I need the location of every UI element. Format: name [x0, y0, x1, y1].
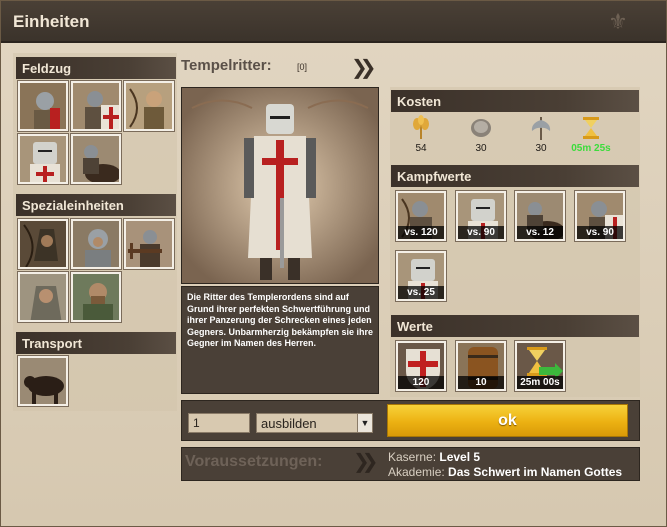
section-header-feldzug: Feldzug	[16, 57, 176, 79]
action-select-value: ausbilden	[261, 416, 317, 431]
unit-portrait-box	[181, 87, 379, 284]
wheat-icon	[413, 115, 429, 139]
unit-thumb-spearman[interactable]	[18, 81, 68, 131]
kampf-vs-knight: vs. 90	[575, 191, 625, 241]
unit-count: [0]	[297, 62, 308, 72]
section-header-kampfwerte: Kampfwerte	[391, 165, 639, 187]
unit-thumb-monk[interactable]	[18, 272, 68, 322]
werte-value: 120	[398, 376, 444, 389]
unit-thumb-cavalry[interactable]	[71, 134, 121, 184]
vs-value: vs. 90	[577, 226, 623, 239]
unit-thumb-nobleman[interactable]	[71, 272, 121, 322]
requirements-chevron-icon: ❯❯	[353, 451, 378, 473]
chevron-down-icon[interactable]: ▼	[357, 414, 372, 432]
units-window: Einheiten ⚜ Feldzug Spezialeinheiten Tra…	[0, 0, 667, 527]
kampf-vs-swordsman: vs. 120	[396, 191, 446, 241]
ok-button[interactable]: ok	[387, 404, 628, 437]
section-header-werte: Werte	[391, 315, 639, 337]
vs-value: vs. 12	[517, 226, 563, 239]
cost-value: 54	[415, 143, 427, 154]
section-label: Transport	[22, 336, 82, 351]
vs-value: vs. 120	[398, 226, 444, 239]
vs-value: vs. 25	[398, 286, 444, 299]
templar-portrait	[182, 88, 378, 283]
kampf-vs-templar: vs. 90	[456, 191, 506, 241]
quantity-input[interactable]	[188, 413, 250, 433]
unit-name: Tempelritter:	[181, 57, 272, 74]
requirement-key: Kaserne:	[388, 450, 437, 464]
section-label: Kosten	[397, 94, 442, 109]
axe-icon	[531, 117, 551, 140]
cost-value: 30	[475, 143, 487, 154]
section-label: Feldzug	[22, 61, 72, 76]
unit-description: Die Ritter des Templerordens sind auf Gr…	[187, 292, 374, 348]
unit-description-box: Die Ritter des Templerordens sind auf Gr…	[181, 286, 379, 394]
unit-thumb-crossbowman[interactable]	[124, 219, 174, 269]
unit-thumb-archer[interactable]	[124, 81, 174, 131]
section-label: Werte	[397, 319, 433, 334]
requirement-value: Level 5	[439, 450, 481, 464]
section-header-transport: Transport	[16, 332, 176, 354]
section-label: Spezialeinheiten	[22, 198, 124, 213]
werte-value: 25m 00s	[517, 376, 563, 389]
unit-thumb-templar-small[interactable]	[18, 134, 68, 184]
requirement-item: Akademie: Das Schwert im Namen Gottes	[388, 465, 622, 479]
requirements-label: Voraussetzungen:	[185, 453, 323, 470]
werte-capacity: 10	[456, 341, 506, 391]
requirement-item: Kaserne: Level 5	[388, 450, 480, 464]
requirement-value: Das Schwert im Namen Gottes	[448, 465, 623, 479]
werte-value: 10	[458, 376, 504, 389]
unit-name-header: Tempelritter: [0] ❯❯	[181, 55, 376, 79]
unit-thumb-hooded-archer[interactable]	[18, 219, 68, 269]
unit-thumb-chainmail-guard[interactable]	[71, 219, 121, 269]
werte-defense: 120	[396, 341, 446, 391]
hourglass-icon	[583, 117, 599, 139]
costs-row: 54 30 30 05m 25s	[391, 113, 639, 157]
action-select[interactable]: ausbilden ▼	[256, 413, 373, 433]
cost-value: 30	[535, 143, 547, 154]
title-bar: Einheiten ⚜	[1, 1, 666, 43]
vs-value: vs. 90	[458, 226, 504, 239]
time-value: 05m 25s	[571, 143, 611, 154]
kampf-vs-templar-2: vs. 25	[396, 251, 446, 301]
section-header-spezial: Spezialeinheiten	[16, 194, 176, 216]
coins-icon	[471, 119, 491, 137]
kampf-vs-cavalry: vs. 12	[515, 191, 565, 241]
next-chevron-icon[interactable]: ❯❯	[351, 55, 376, 80]
requirement-key: Akademie:	[388, 465, 445, 479]
unit-thumb-ox-cart[interactable]	[18, 356, 68, 406]
unit-thumb-swordsman[interactable]	[71, 81, 121, 131]
section-label: Kampfwerte	[397, 169, 472, 184]
fleur-ornament-icon: ⚜	[608, 9, 628, 34]
werte-speed: 25m 00s	[515, 341, 565, 391]
section-header-kosten: Kosten	[391, 90, 639, 112]
window-title: Einheiten	[13, 12, 90, 31]
